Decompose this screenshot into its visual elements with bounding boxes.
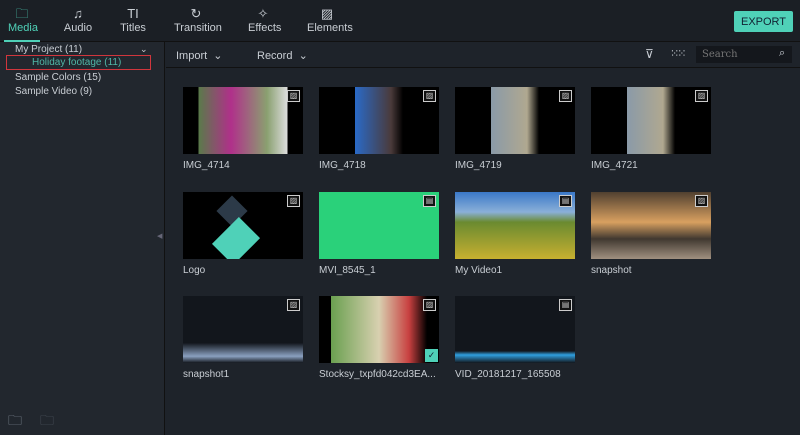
chevron-down-icon[interactable]: ⌄ [140, 44, 148, 55]
delete-folder-icon[interactable]: 🗀 [40, 410, 54, 434]
filter-icon[interactable]: ⊽ [645, 47, 654, 61]
media-item[interactable]: ▤ My Video1 [455, 191, 575, 276]
media-item[interactable]: ▨ snapshot [591, 191, 711, 276]
media-item[interactable]: ▨ Logo [183, 191, 303, 276]
import-dropdown[interactable]: Import ⌄ [176, 49, 223, 62]
media-thumbnail[interactable]: ▤ [319, 191, 439, 259]
tab-audio[interactable]: ♫ Audio [63, 6, 93, 34]
media-thumbnail[interactable]: ▨ [455, 87, 575, 154]
media-name: IMG_4718 [319, 160, 366, 171]
media-thumbnail[interactable]: ▨ [319, 87, 439, 154]
logo-teal-bar [211, 216, 261, 259]
media-item[interactable]: ▤ MVI_8545_1 [319, 191, 439, 276]
video-type-icon: ▤ [423, 194, 436, 207]
sidebar: My Project (11) ⌄ Holiday footage (11) S… [0, 42, 165, 435]
image-type-icon: ▨ [423, 90, 436, 102]
transition-icon: ↻ [190, 6, 202, 21]
media-name: Logo [183, 264, 206, 276]
media-thumbnail[interactable]: ▨ [591, 191, 711, 259]
media-name: VID_20181217_165508 [455, 369, 561, 380]
media-item[interactable]: ▨ IMG_4719 [455, 87, 575, 171]
media-item[interactable]: ▨ IMG_4714 [183, 87, 303, 171]
tab-transition[interactable]: ↻ Transition [174, 6, 222, 34]
video-type-icon: ▤ [559, 194, 572, 207]
media-item[interactable]: ▨ snapshot1 [183, 296, 303, 380]
media-name: MVI_8545_1 [319, 264, 376, 276]
media-name: snapshot1 [183, 369, 230, 380]
media-thumbnail[interactable]: ▤ [455, 296, 575, 363]
search-input[interactable] [696, 46, 792, 63]
tab-titles[interactable]: TI Titles [120, 6, 146, 34]
image-type-icon: ▨ [559, 90, 572, 102]
image-type-icon: ▨ [287, 90, 300, 102]
media-name: My Video1 [455, 264, 503, 276]
new-folder-icon[interactable]: 🗀 [8, 410, 22, 434]
text-icon: TI [127, 6, 139, 21]
record-dropdown[interactable]: Record ⌄ [257, 49, 308, 62]
media-name: Stocksy_txpfd042cd3EA... [319, 369, 436, 380]
top-bar: 🗀 Media ♫ Audio TI Titles ↻ Transition ✧ Effe… [0, 0, 800, 42]
media-item[interactable]: ▨ IMG_4718 [319, 87, 439, 171]
video-type-icon: ▤ [559, 299, 572, 311]
media-item[interactable]: ▨ ✓ Stocksy_txpfd042cd3EA... [319, 296, 439, 380]
media-name: IMG_4714 [183, 160, 230, 171]
tab-effects[interactable]: ✧ Effects [248, 6, 281, 34]
music-note-icon: ♫ [73, 6, 83, 21]
tab-media[interactable]: 🗀 Media [4, 6, 40, 42]
media-name: snapshot [591, 264, 632, 276]
export-button[interactable]: EXPORT [734, 11, 793, 32]
media-thumbnail[interactable]: ▨ ✓ [319, 296, 439, 363]
media-name: IMG_4721 [591, 160, 638, 171]
image-icon: ▨ [320, 6, 334, 21]
selected-check-icon: ✓ [425, 349, 438, 362]
media-thumbnail[interactable]: ▨ [591, 87, 711, 154]
media-item[interactable]: ▤ VID_20181217_165508 [455, 296, 575, 380]
image-type-icon: ▨ [695, 90, 708, 102]
sidebar-item-my-project[interactable]: My Project (11) [15, 44, 82, 55]
folder-icon: 🗀 [15, 6, 29, 21]
media-thumbnail[interactable]: ▨ [183, 87, 303, 154]
image-type-icon: ▨ [695, 194, 708, 207]
media-thumbnail[interactable]: ▨ [183, 191, 303, 259]
media-thumbnail[interactable]: ▤ [455, 191, 575, 259]
media-toolbar: Import ⌄ Record ⌄ ⊽ ⁙⁙ ⌕ [166, 42, 800, 68]
sidebar-item-holiday-footage[interactable]: Holiday footage (11) [6, 55, 151, 70]
image-type-icon: ▨ [287, 299, 300, 311]
media-thumbnail[interactable]: ▨ [183, 296, 303, 363]
effects-icon: ✧ [257, 6, 269, 21]
sidebar-item-sample-colors[interactable]: Sample Colors (15) [15, 72, 101, 83]
media-name: IMG_4719 [455, 160, 502, 171]
tab-elements[interactable]: ▨ Elements [307, 6, 353, 34]
search-icon: ⌕ [779, 47, 786, 59]
media-item[interactable]: ▨ IMG_4721 [591, 87, 711, 171]
grid-view-icon[interactable]: ⁙⁙ [670, 47, 687, 60]
image-type-icon: ▨ [423, 299, 436, 311]
sidebar-item-sample-video[interactable]: Sample Video (9) [15, 86, 92, 97]
collapse-arrow-icon[interactable]: ◀ [157, 232, 162, 240]
image-type-icon: ▨ [287, 194, 300, 207]
